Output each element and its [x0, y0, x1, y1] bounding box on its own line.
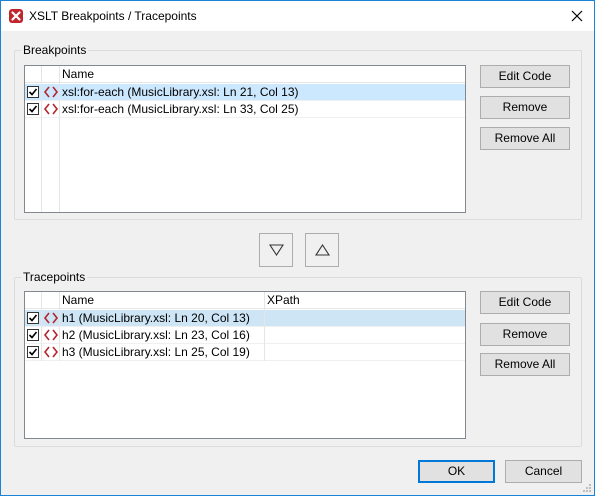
tracepoint-checkbox[interactable]	[27, 329, 39, 341]
tracepoint-checkbox[interactable]	[27, 312, 39, 324]
column-divider	[264, 309, 265, 361]
column-icon-header[interactable]	[42, 66, 60, 83]
tracepoints-list-header: Name XPath	[25, 292, 465, 309]
breakpoint-row[interactable]: xsl:for-each (MusicLibrary.xsl: Ln 33, C…	[25, 101, 465, 118]
column-checkbox-header[interactable]	[25, 292, 42, 309]
tracepoint-row[interactable]: h2 (MusicLibrary.xsl: Ln 23, Col 16)	[25, 327, 465, 344]
tracepoint-row[interactable]: h3 (MusicLibrary.xsl: Ln 25, Col 19)	[25, 344, 465, 361]
column-name-header[interactable]: Name	[60, 292, 265, 309]
breakpoints-remove-button[interactable]: Remove	[480, 96, 570, 119]
breakpoint-checkbox[interactable]	[27, 86, 39, 98]
breakpoints-list-header: Name	[25, 66, 465, 83]
app-icon	[9, 9, 23, 23]
column-divider	[59, 309, 60, 361]
breakpoint-checkbox[interactable]	[27, 103, 39, 115]
triangle-down-icon	[269, 244, 284, 256]
xml-tag-icon	[43, 312, 59, 324]
tracepoint-name: h1 (MusicLibrary.xsl: Ln 20, Col 13)	[62, 311, 250, 325]
triangle-up-icon	[315, 244, 330, 256]
ok-button[interactable]: OK	[418, 460, 495, 483]
breakpoints-edit-code-button[interactable]: Edit Code	[480, 65, 570, 88]
tracepoint-checkbox[interactable]	[27, 346, 39, 358]
tracepoints-edit-code-button[interactable]: Edit Code	[480, 291, 570, 314]
checkmark-icon	[28, 88, 38, 96]
breakpoint-name: xsl:for-each (MusicLibrary.xsl: Ln 21, C…	[62, 85, 299, 99]
column-divider	[41, 83, 42, 212]
tracepoint-name: h2 (MusicLibrary.xsl: Ln 23, Col 16)	[62, 328, 250, 342]
close-icon	[571, 10, 583, 22]
move-up-button[interactable]	[305, 233, 339, 267]
column-icon-header[interactable]	[42, 292, 60, 309]
column-name-header[interactable]: Name	[60, 66, 465, 83]
window-title: XSLT Breakpoints / Tracepoints	[29, 9, 197, 23]
breakpoint-row[interactable]: xsl:for-each (MusicLibrary.xsl: Ln 21, C…	[25, 84, 465, 101]
checkmark-icon	[28, 331, 38, 339]
tracepoints-remove-button[interactable]: Remove	[480, 323, 570, 346]
xml-tag-icon	[43, 86, 59, 98]
column-divider	[59, 83, 60, 212]
tracepoints-remove-all-button[interactable]: Remove All	[480, 353, 570, 376]
title-bar[interactable]: XSLT Breakpoints / Tracepoints	[1, 1, 594, 31]
cancel-button[interactable]: Cancel	[505, 460, 582, 483]
tracepoint-name: h3 (MusicLibrary.xsl: Ln 25, Col 19)	[62, 345, 250, 359]
xml-tag-icon	[43, 346, 59, 358]
column-xpath-header[interactable]: XPath	[265, 292, 465, 309]
checkmark-icon	[28, 314, 38, 322]
xml-tag-icon	[43, 329, 59, 341]
checkmark-icon	[28, 348, 38, 356]
column-checkbox-header[interactable]	[25, 66, 42, 83]
tracepoints-group-label: Tracepoints	[21, 270, 88, 284]
breakpoints-list[interactable]: Name xsl:for-each (MusicLibrary.xsl: Ln …	[24, 65, 466, 213]
breakpoints-group-label: Breakpoints	[21, 43, 89, 57]
close-button[interactable]	[560, 1, 594, 31]
tracepoint-row[interactable]: h1 (MusicLibrary.xsl: Ln 20, Col 13)	[25, 310, 465, 327]
breakpoints-remove-all-button[interactable]: Remove All	[480, 127, 570, 150]
column-divider	[41, 309, 42, 361]
move-down-button[interactable]	[259, 233, 293, 267]
xml-tag-icon	[43, 103, 59, 115]
dialog-window: XSLT Breakpoints / Tracepoints Breakpoin…	[0, 0, 595, 496]
breakpoint-name: xsl:for-each (MusicLibrary.xsl: Ln 33, C…	[62, 102, 299, 116]
resize-grip-icon[interactable]	[582, 483, 592, 493]
checkmark-icon	[28, 105, 38, 113]
tracepoints-list[interactable]: Name XPath h1 (MusicLibrary.xsl: Ln 20, …	[24, 291, 466, 439]
